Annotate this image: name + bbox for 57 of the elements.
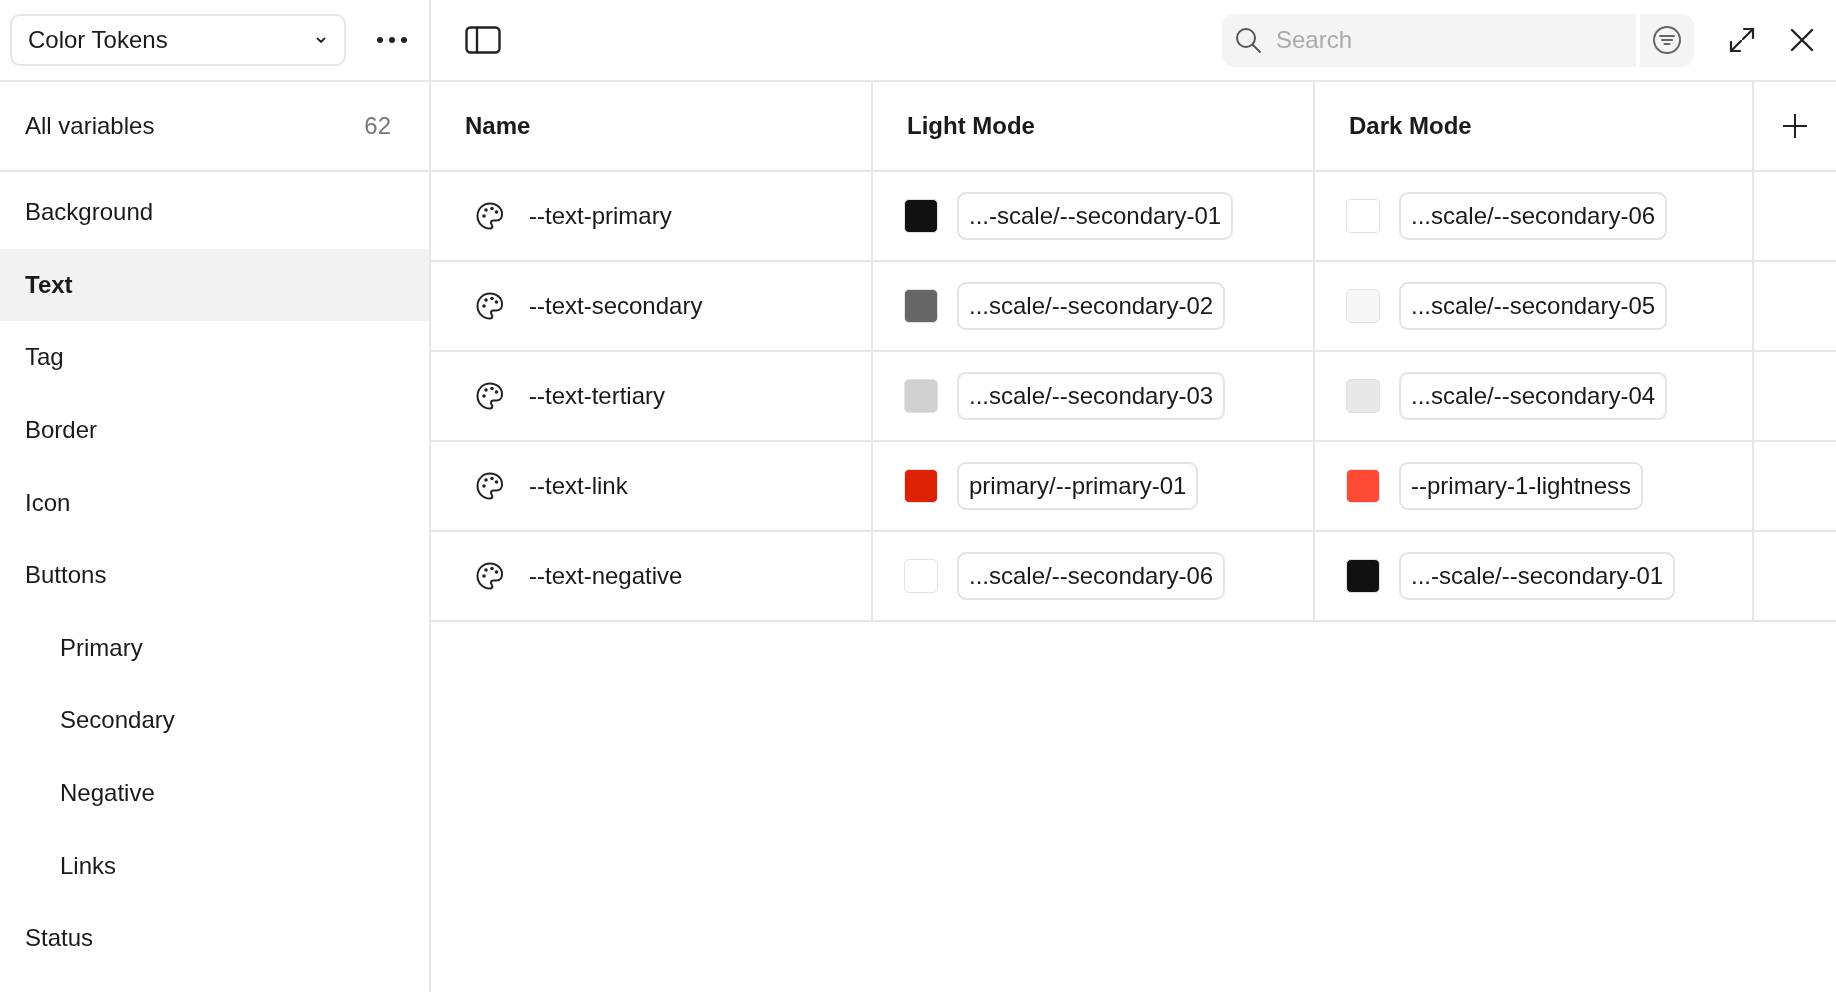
value-tag[interactable]: ...scale/--secondary-03 bbox=[957, 372, 1226, 420]
group-item[interactable]: Text bbox=[0, 248, 429, 322]
value-tag[interactable]: ...scale/--secondary-06 bbox=[1399, 192, 1668, 240]
value-tag[interactable]: primary/--primary-01 bbox=[957, 462, 1199, 510]
close-icon[interactable] bbox=[1790, 28, 1814, 52]
group-item[interactable]: Icon bbox=[0, 466, 429, 539]
expand-icon[interactable] bbox=[1728, 26, 1756, 54]
column-header: Light Mode bbox=[907, 112, 1035, 140]
value-tag[interactable]: ...scale/--secondary-04 bbox=[1399, 372, 1668, 420]
value-tag[interactable]: ...scale/--secondary-06 bbox=[957, 552, 1226, 600]
variable-name: --text-negative bbox=[529, 562, 683, 590]
search-icon bbox=[1234, 26, 1262, 54]
color-swatch[interactable] bbox=[904, 469, 938, 503]
search-field[interactable]: Search bbox=[1222, 13, 1636, 67]
sidebar-toggle-icon[interactable] bbox=[465, 26, 501, 54]
group-item[interactable]: Links bbox=[0, 829, 429, 902]
more-icon[interactable] bbox=[376, 36, 408, 44]
variable-name: --text-link bbox=[529, 472, 628, 500]
group-item[interactable]: Tag bbox=[0, 321, 429, 394]
palette-icon bbox=[475, 201, 505, 231]
group-item[interactable]: Buttons bbox=[0, 538, 429, 612]
collection-dropdown[interactable]: Color Tokens bbox=[10, 14, 346, 66]
variable-name: --text-tertiary bbox=[529, 382, 665, 410]
group-item[interactable]: Secondary bbox=[0, 684, 429, 757]
color-swatch[interactable] bbox=[1346, 469, 1380, 503]
color-swatch[interactable] bbox=[904, 379, 938, 413]
color-swatch[interactable] bbox=[904, 559, 938, 593]
palette-icon bbox=[475, 471, 505, 501]
filter-button[interactable] bbox=[1640, 13, 1694, 67]
color-swatch[interactable] bbox=[904, 289, 938, 323]
value-tag[interactable]: ...-scale/--secondary-01 bbox=[1399, 552, 1676, 600]
all-variables-item[interactable]: All variables bbox=[25, 112, 155, 140]
value-tag[interactable]: ...scale/--secondary-02 bbox=[957, 282, 1226, 330]
group-item[interactable]: Primary bbox=[0, 611, 429, 685]
variable-name: --text-secondary bbox=[529, 292, 703, 320]
column-header: Name bbox=[465, 112, 531, 140]
search-input[interactable]: Search bbox=[1274, 25, 1578, 55]
group-item[interactable]: Background bbox=[0, 176, 429, 249]
value-tag[interactable]: --primary-1-lightness bbox=[1399, 462, 1644, 510]
value-tag[interactable]: ...-scale/--secondary-01 bbox=[957, 192, 1234, 240]
variable-name: --text-primary bbox=[529, 202, 672, 230]
palette-icon bbox=[475, 381, 505, 411]
color-swatch[interactable] bbox=[1346, 559, 1380, 593]
column-header: Dark Mode bbox=[1349, 112, 1472, 140]
color-swatch[interactable] bbox=[904, 199, 938, 233]
add-icon[interactable] bbox=[1782, 113, 1808, 139]
group-item[interactable]: Status bbox=[0, 901, 429, 975]
variable-count: 62 bbox=[364, 112, 391, 140]
group-item[interactable]: Negative bbox=[0, 756, 429, 830]
value-tag[interactable]: ...scale/--secondary-05 bbox=[1399, 282, 1668, 330]
group-item[interactable]: Border bbox=[0, 393, 429, 467]
palette-icon bbox=[475, 291, 505, 321]
color-swatch[interactable] bbox=[1346, 289, 1380, 323]
color-swatch[interactable] bbox=[1346, 379, 1380, 413]
color-swatch[interactable] bbox=[1346, 199, 1380, 233]
palette-icon bbox=[475, 561, 505, 591]
filter-icon bbox=[1652, 25, 1682, 55]
